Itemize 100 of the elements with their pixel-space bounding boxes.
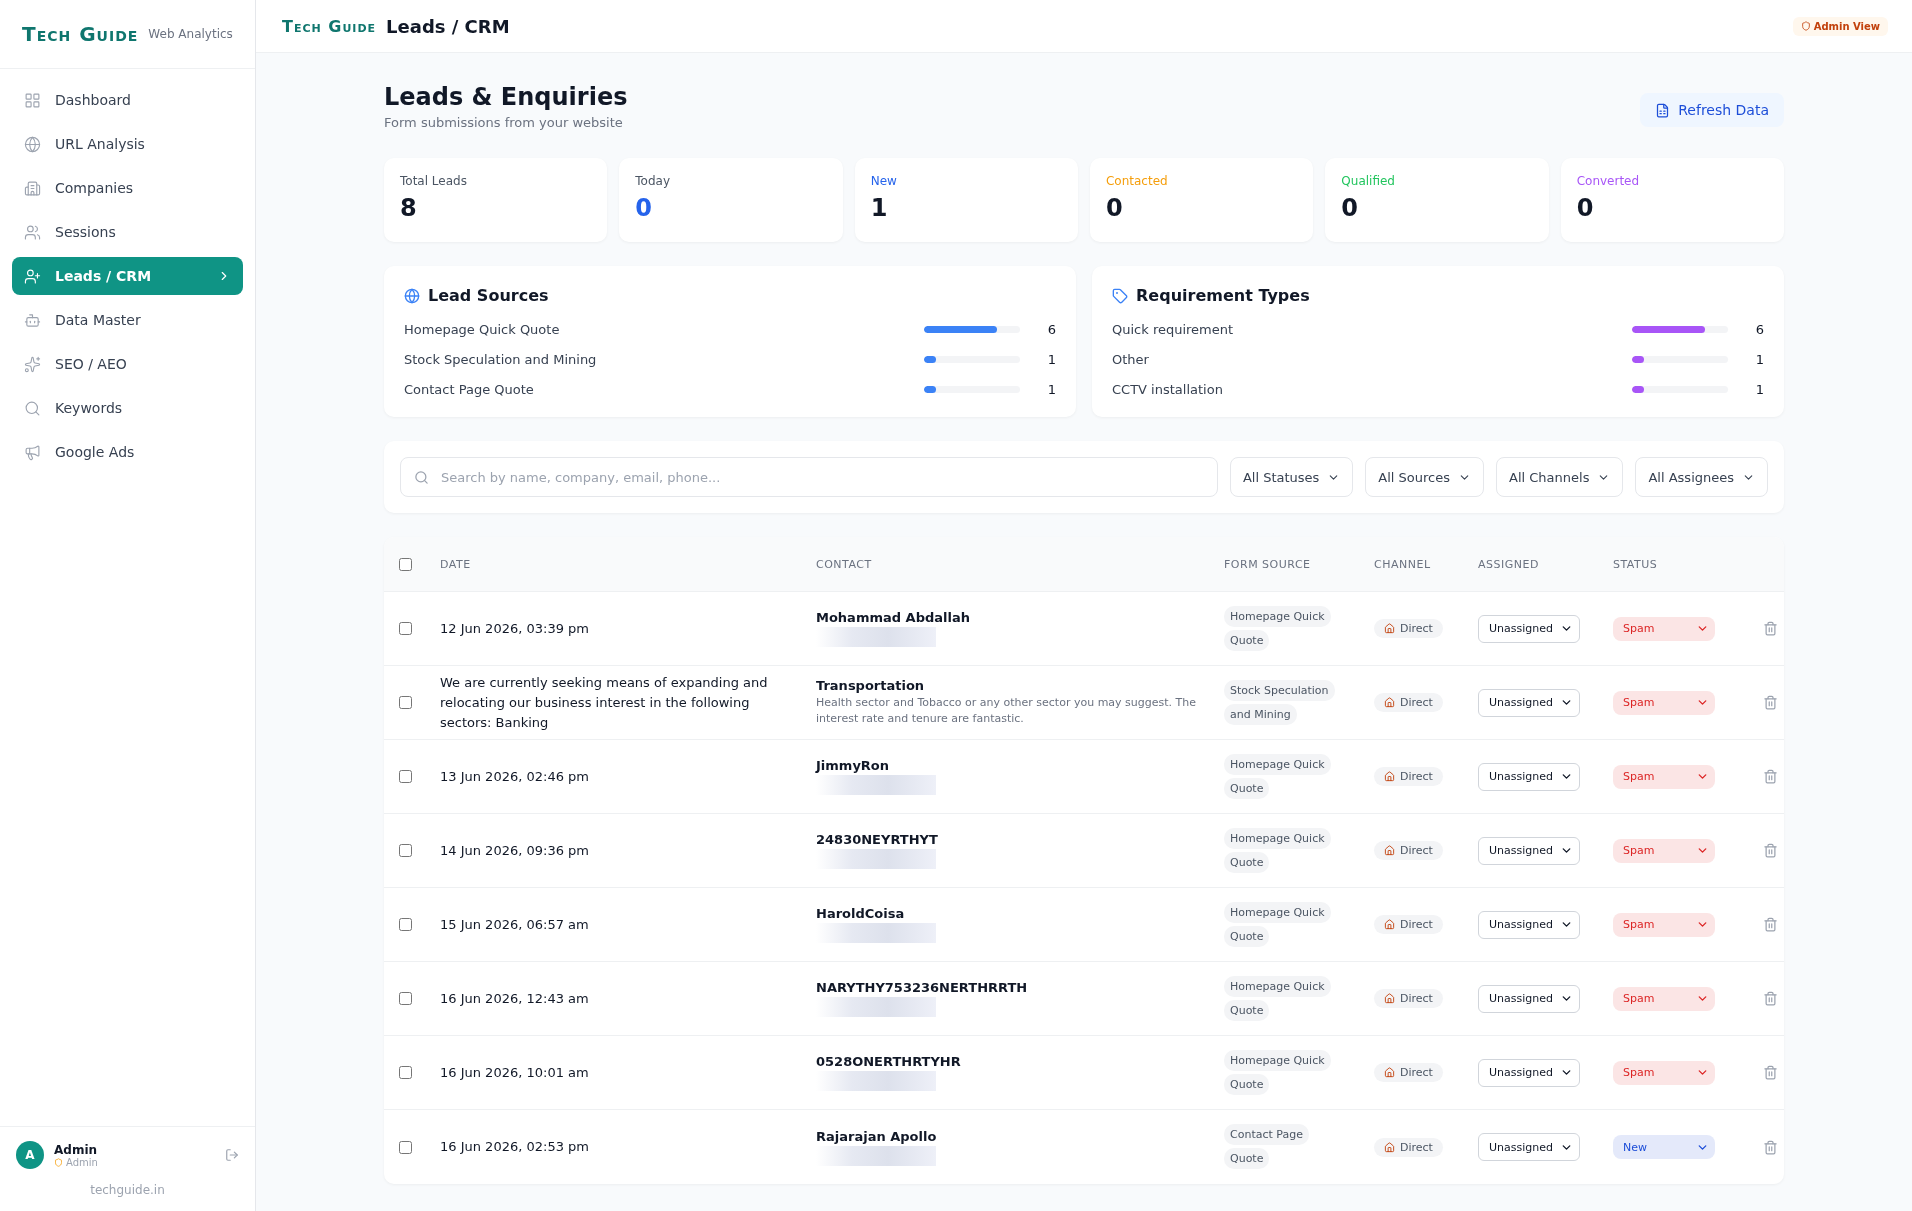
shield-icon (54, 1157, 63, 1167)
column-header: CHANNEL (1374, 557, 1432, 571)
status-select[interactable]: Spam (1613, 912, 1715, 937)
stat-value: 1 (870, 194, 889, 222)
status-select[interactable]: Spam (1613, 986, 1715, 1011)
assignee-select[interactable]: Unassigned (1478, 614, 1580, 643)
shield-icon (1800, 21, 1811, 31)
breakdown-label: CCTV installation (1112, 381, 1224, 397)
filter-dropdown[interactable]: All Channels (1496, 457, 1624, 497)
delete-button[interactable] (1763, 769, 1778, 784)
row-checkbox[interactable] (399, 844, 412, 857)
sidebar-item[interactable]: Leads / CRM (12, 257, 243, 295)
sidebar-item[interactable]: Google Ads (12, 433, 243, 471)
assignee-select[interactable]: Unassigned (1478, 836, 1580, 865)
globe-icon (404, 287, 420, 304)
sparkles-icon (24, 355, 41, 373)
sidebar-item[interactable]: Data Master (12, 301, 243, 339)
logout-icon[interactable] (225, 1148, 239, 1162)
stat-value: 0 (1106, 194, 1124, 222)
assignee-select[interactable]: Unassigned (1478, 762, 1580, 791)
delete-button[interactable] (1763, 1139, 1778, 1155)
date-cell-text: 14 Jun 2026, 09:36 pm (440, 841, 590, 860)
date-cell-text: 16 Jun 2026, 12:43 am (440, 989, 590, 1008)
row-checkbox[interactable] (399, 918, 412, 931)
robot-icon (24, 311, 41, 329)
column-header: DATE (440, 557, 472, 571)
user-role: Admin (66, 1156, 98, 1168)
date-cell-text: 15 Jun 2026, 06:57 am (440, 915, 590, 934)
assignee-select[interactable]: Unassigned (1478, 1058, 1580, 1087)
stat-label: Today (635, 174, 672, 188)
status-select[interactable]: Spam (1613, 616, 1715, 641)
select-all-checkbox[interactable] (399, 557, 412, 571)
channel-badge: Direct (1374, 1137, 1443, 1157)
sidebar-item[interactable]: Sessions (12, 213, 243, 251)
building-icon (24, 179, 41, 197)
contact-name: Transportation (816, 678, 926, 693)
status-select[interactable]: Spam (1613, 1060, 1715, 1085)
trash-icon (1763, 621, 1778, 636)
row-checkbox[interactable] (399, 1066, 412, 1079)
row-checkbox[interactable] (399, 622, 412, 635)
filter-dropdown[interactable]: All Sources (1365, 457, 1485, 497)
channel-badge: Direct (1374, 1063, 1443, 1082)
stat-label: Total Leads (400, 174, 468, 188)
assignee-select[interactable]: Unassigned (1478, 1133, 1580, 1161)
card-title: Requirement Types (1136, 286, 1310, 305)
row-checkbox[interactable] (399, 696, 412, 709)
sidebar-item[interactable]: Dashboard (12, 81, 243, 119)
filter-dropdown[interactable]: All Assignees (1635, 457, 1768, 497)
trash-icon (1763, 1065, 1778, 1080)
delete-button[interactable] (1763, 695, 1778, 710)
channel-badge: Direct (1374, 767, 1443, 786)
user-name: Admin (54, 1142, 99, 1157)
sidebar-item[interactable]: URL Analysis (12, 125, 243, 163)
delete-button[interactable] (1763, 917, 1778, 932)
assignee-select[interactable]: Unassigned (1478, 984, 1580, 1013)
house-icon (1384, 697, 1395, 708)
document-icon (1655, 102, 1671, 118)
tagline: Web Analytics (148, 27, 233, 41)
tag-icon (1112, 287, 1128, 304)
house-icon (1384, 771, 1395, 782)
filter-dropdown[interactable]: All Statuses (1229, 457, 1354, 497)
delete-button[interactable] (1763, 1065, 1778, 1080)
delete-button[interactable] (1763, 843, 1778, 858)
status-select[interactable]: Spam (1613, 690, 1715, 715)
form-source-tag: Homepage Quick Quote (1224, 900, 1334, 949)
stat-value: 0 (1576, 194, 1595, 222)
delete-button[interactable] (1763, 991, 1778, 1006)
search-field[interactable]: Search by name, company, email, phone... (400, 457, 1218, 497)
status-select[interactable]: Spam (1613, 838, 1715, 863)
channel-badge: Direct (1374, 915, 1443, 934)
stat-label: New (870, 174, 898, 188)
trash-icon (1763, 917, 1778, 932)
breakdown-label: Quick requirement (1112, 321, 1235, 337)
column-header: ASSIGNED (1478, 557, 1540, 571)
sidebar-item[interactable]: SEO / AEO (12, 345, 243, 383)
trash-icon (1763, 695, 1778, 710)
form-source-tag: Homepage Quick Quote (1224, 604, 1334, 653)
assignee-select[interactable]: Unassigned (1478, 688, 1580, 717)
row-checkbox[interactable] (399, 770, 412, 783)
sidebar-item[interactable]: Keywords (12, 389, 243, 427)
date-cell-text: 12 Jun 2026, 03:39 pm (440, 619, 590, 638)
refresh-button[interactable]: Refresh Data (1640, 93, 1784, 127)
logo: Tech Guide (282, 16, 377, 36)
breakdown-count: 6 (1046, 321, 1056, 337)
house-icon (1384, 993, 1395, 1004)
date-cell-text: 16 Jun 2026, 10:01 am (440, 1063, 590, 1082)
delete-button[interactable] (1763, 621, 1778, 636)
row-checkbox[interactable] (399, 992, 412, 1005)
stat-label: Qualified (1341, 174, 1396, 188)
trash-icon (1763, 843, 1778, 858)
status-select[interactable]: New (1613, 1135, 1715, 1159)
status-select[interactable]: Spam (1613, 764, 1715, 789)
house-icon (1384, 1067, 1395, 1078)
page-title: Leads & Enquiries (384, 83, 628, 111)
assignee-select[interactable]: Unassigned (1478, 910, 1580, 939)
row-checkbox[interactable] (399, 1140, 412, 1154)
column-header: CONTACT (816, 557, 873, 571)
sidebar-item[interactable]: Companies (12, 169, 243, 207)
contact-name: Rajarajan Apollo (816, 1128, 938, 1144)
column-header: STATUS (1613, 557, 1659, 571)
